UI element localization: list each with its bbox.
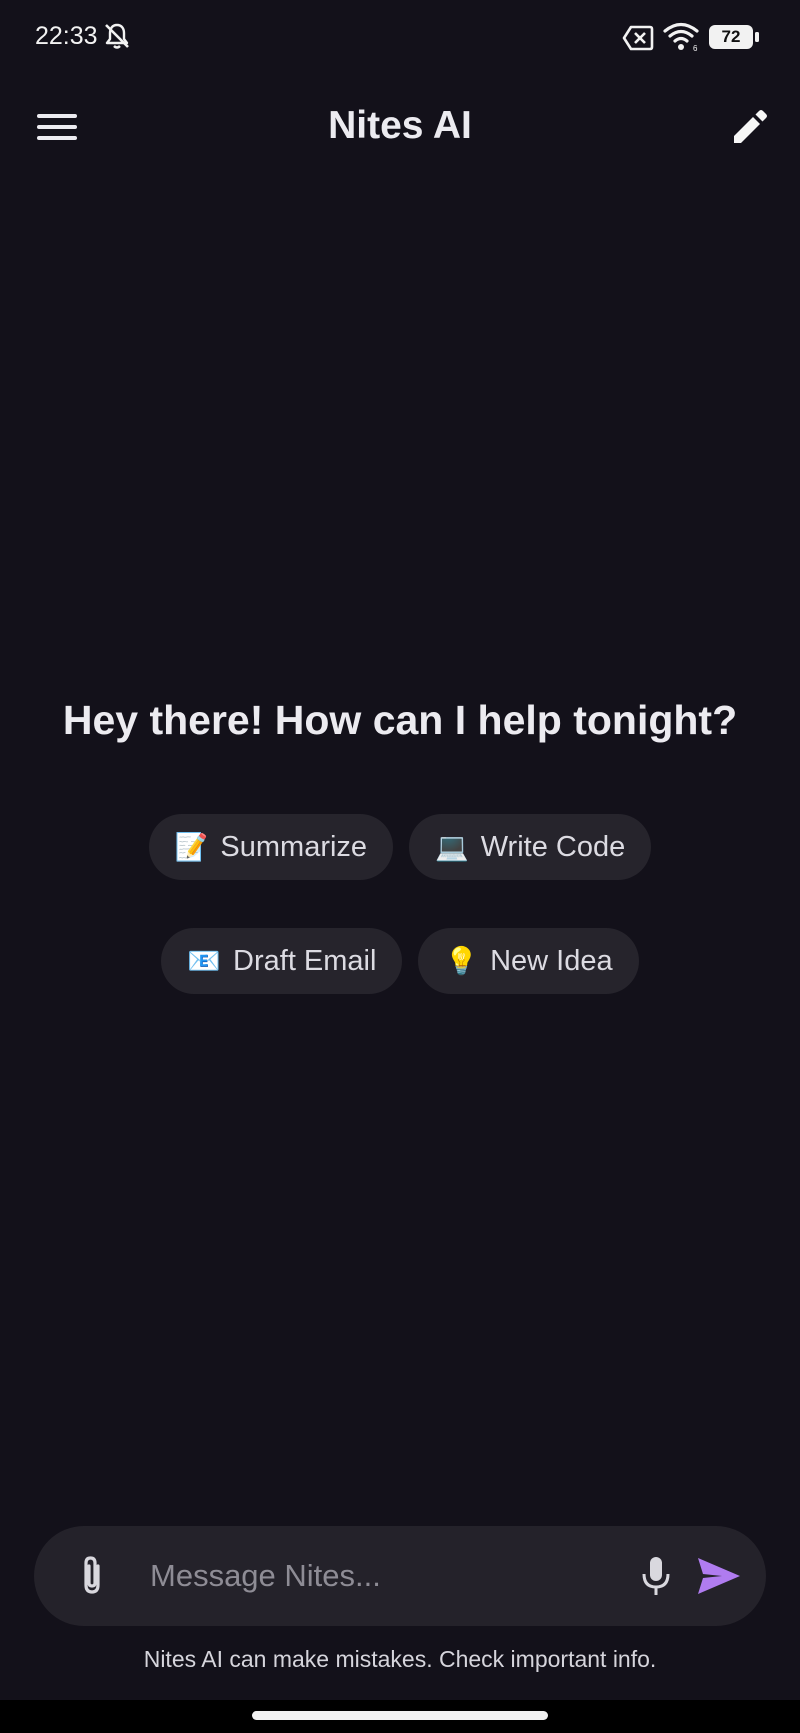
home-indicator[interactable] [252, 1711, 548, 1720]
sim-x-icon [622, 25, 654, 51]
send-icon [698, 1558, 740, 1594]
app-title: Nites AI [328, 104, 472, 147]
message-composer [34, 1526, 766, 1626]
menu-button[interactable] [30, 102, 84, 152]
suggestion-label: Draft Email [233, 944, 377, 977]
suggestion-chip-draft-email[interactable]: 📧 Draft Email [161, 928, 403, 994]
status-bar: 22:33 6 72 [0, 0, 800, 76]
hamburger-menu-icon [37, 114, 77, 140]
pencil-icon [734, 110, 767, 143]
send-button[interactable] [686, 1546, 752, 1606]
suggestion-row-2: 📧 Draft Email 💡 New Idea [0, 928, 800, 994]
voice-input-button[interactable] [628, 1548, 684, 1604]
new-chat-button[interactable] [722, 102, 778, 152]
chat-screen: 22:33 6 72 Nites AI Hey there! How can I… [0, 0, 800, 1733]
suggestion-chip-write-code[interactable]: 💻 Write Code [409, 814, 652, 880]
suggestion-label: New Idea [490, 944, 613, 977]
bell-off-icon [105, 23, 129, 49]
email-icon: 📧 [187, 946, 222, 976]
laptop-icon: 💻 [435, 832, 469, 862]
wifi-icon: 6 [663, 22, 699, 52]
app-bar: Nites AI [0, 90, 800, 164]
disclaimer-text: Nites AI can make mistakes. Check import… [143, 1646, 657, 1672]
suggestion-chip-summarize[interactable]: 📝 Summarize [148, 814, 394, 880]
message-input[interactable] [150, 1548, 620, 1604]
suggestion-label: Write Code [480, 830, 626, 863]
attach-button[interactable] [64, 1548, 120, 1604]
status-time: 22:33 [35, 22, 98, 50]
suggestion-label: Summarize [220, 830, 368, 863]
suggestion-row-1: 📝 Summarize 💻 Write Code [0, 814, 800, 880]
suggestion-chip-new-idea[interactable]: 💡 New Idea [418, 928, 639, 994]
svg-text:6: 6 [693, 44, 698, 52]
paperclip-icon [84, 1556, 100, 1594]
greeting-heading: Hey there! How can I help tonight? [62, 697, 738, 743]
lightbulb-icon: 💡 [444, 946, 479, 976]
battery-level: 72 [721, 27, 741, 46]
microphone-icon [642, 1557, 670, 1595]
memo-icon: 📝 [174, 832, 209, 862]
